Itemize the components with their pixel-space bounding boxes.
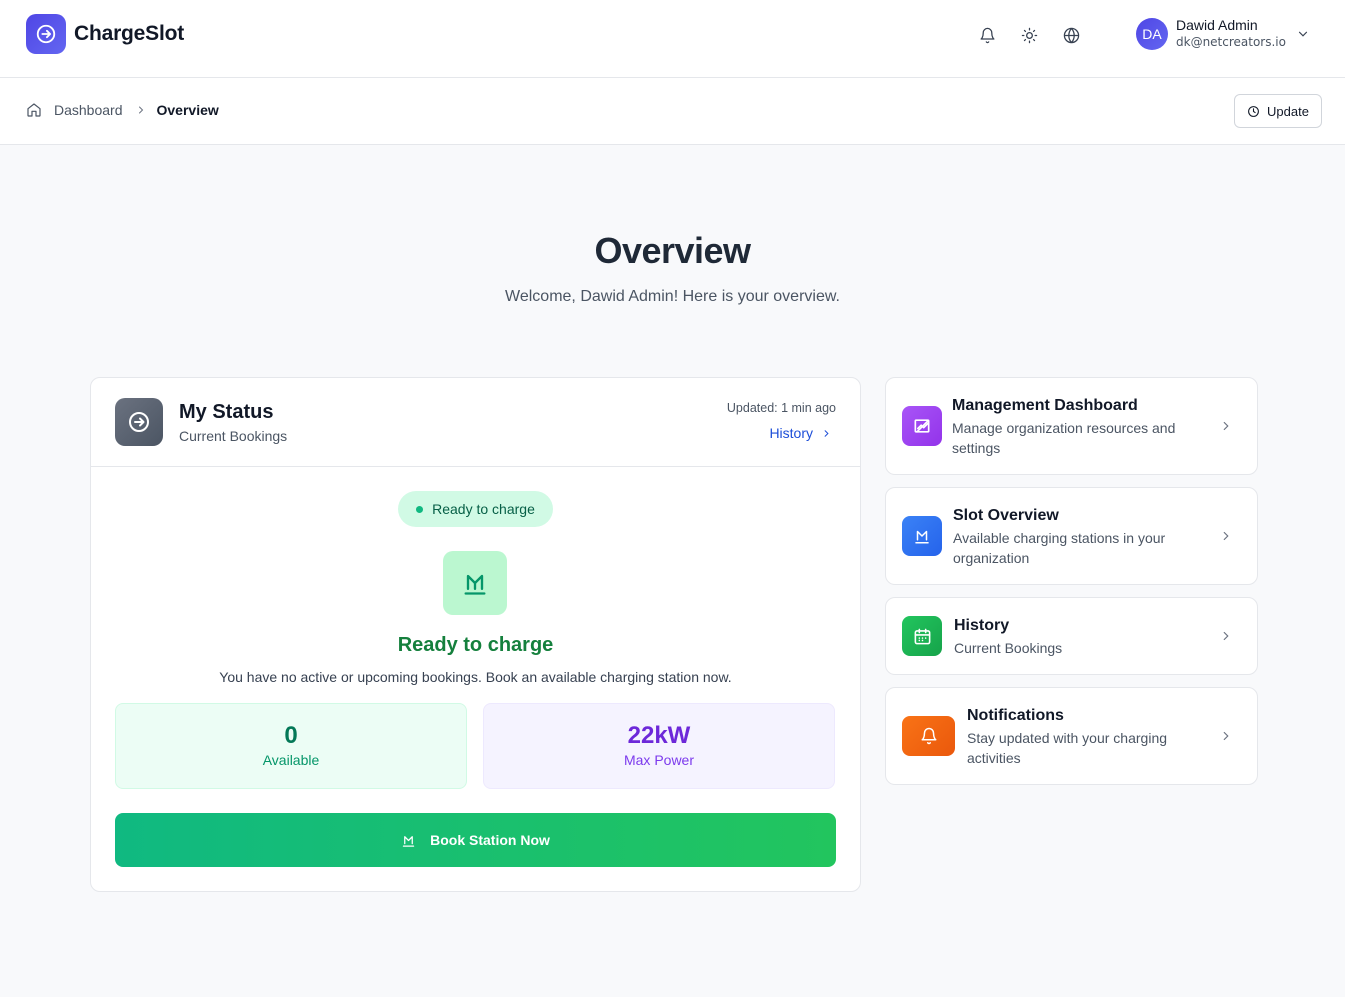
page-title: Overview — [594, 230, 751, 271]
brand-name: ChargeSlot — [74, 22, 185, 45]
user-menu[interactable]: DA Dawid Admin dk@netcreators.io — [1136, 17, 1308, 51]
card-notifications[interactable]: Notifications Stay updated with your cha… — [885, 687, 1258, 785]
breadcrumb: Dashboard Overview — [26, 102, 219, 118]
ready-description: You have no active or upcoming bookings.… — [219, 669, 732, 685]
card-title: History — [954, 617, 1010, 634]
chevron-right-icon — [1219, 529, 1233, 543]
arrow-circle-icon — [115, 398, 163, 446]
clock-icon — [1247, 105, 1260, 118]
max-power-stat: 22kW Max Power — [483, 703, 835, 789]
breadcrumb-bar: Dashboard Overview Update — [0, 78, 1345, 145]
charging-icon — [401, 833, 416, 848]
available-label: Available — [262, 752, 320, 768]
top-header: ChargeSlot DA Dawid Admin dk@netcreators… — [0, 0, 1345, 78]
status-card: My Status Current Bookings Updated: 1 mi… — [90, 377, 861, 892]
card-description: Manage organization resources and settin… — [952, 420, 1176, 456]
book-station-label: Book Station Now — [430, 832, 550, 848]
card-management-dashboard[interactable]: Management Dashboard Manage organization… — [885, 377, 1258, 475]
card-title: Slot Overview — [953, 507, 1059, 524]
globe-icon[interactable] — [1058, 22, 1084, 48]
chevron-right-icon — [821, 428, 832, 439]
brand-logo-icon — [26, 14, 66, 54]
history-link-label: History — [769, 425, 813, 441]
calendar-icon — [902, 616, 942, 656]
card-description: Current Bookings — [954, 640, 1063, 656]
breadcrumb-overview: Overview — [156, 102, 219, 118]
chevron-right-icon — [1219, 629, 1233, 643]
sun-icon[interactable] — [1016, 22, 1042, 48]
history-link[interactable]: History — [769, 425, 832, 441]
status-dot — [416, 505, 424, 513]
card-title: Notifications — [967, 707, 1064, 724]
charging-icon — [443, 551, 507, 615]
status-badge: Ready to charge — [398, 491, 553, 527]
status-badge-label: Ready to charge — [432, 501, 535, 517]
chart-edit-icon — [902, 406, 942, 446]
available-stat: 0 Available — [115, 703, 467, 789]
user-email: dk@netcreators.io — [1176, 35, 1286, 49]
chevron-right-icon — [1219, 729, 1233, 743]
bell-icon[interactable] — [974, 22, 1000, 48]
charging-icon — [902, 516, 942, 556]
update-button[interactable]: Update — [1234, 94, 1322, 128]
card-history[interactable]: History Current Bookings — [885, 597, 1258, 675]
ready-title: Ready to charge — [397, 634, 554, 656]
max-power-label: Max Power — [623, 752, 695, 768]
update-button-label: Update — [1267, 103, 1309, 119]
book-station-button[interactable]: Book Station Now — [115, 813, 836, 867]
page-subtitle: Welcome, Dawid Admin! Here is your overv… — [505, 288, 840, 305]
card-title: Management Dashboard — [952, 397, 1138, 414]
max-power-value: 22kW — [627, 722, 691, 749]
chevron-down-icon — [1296, 27, 1310, 46]
status-updated: Updated: 1 min ago — [726, 401, 836, 415]
bell-icon — [902, 716, 955, 756]
chevron-right-icon — [1219, 419, 1233, 433]
status-title: My Status — [179, 401, 274, 423]
brand[interactable]: ChargeSlot — [26, 14, 184, 54]
card-description: Stay updated with your charging activiti… — [967, 730, 1168, 766]
status-card-header: My Status Current Bookings Updated: 1 mi… — [91, 378, 860, 467]
card-description: Available charging stations in your orga… — [953, 530, 1166, 566]
home-icon[interactable] — [26, 102, 42, 118]
available-value: 0 — [284, 722, 298, 749]
chevron-right-icon — [135, 104, 147, 116]
status-subtitle: Current Bookings — [179, 428, 288, 444]
card-slot-overview[interactable]: Slot Overview Available charging station… — [885, 487, 1258, 585]
breadcrumb-dashboard[interactable]: Dashboard — [54, 102, 123, 118]
avatar: DA — [1136, 18, 1168, 50]
user-name: Dawid Admin — [1176, 17, 1258, 33]
